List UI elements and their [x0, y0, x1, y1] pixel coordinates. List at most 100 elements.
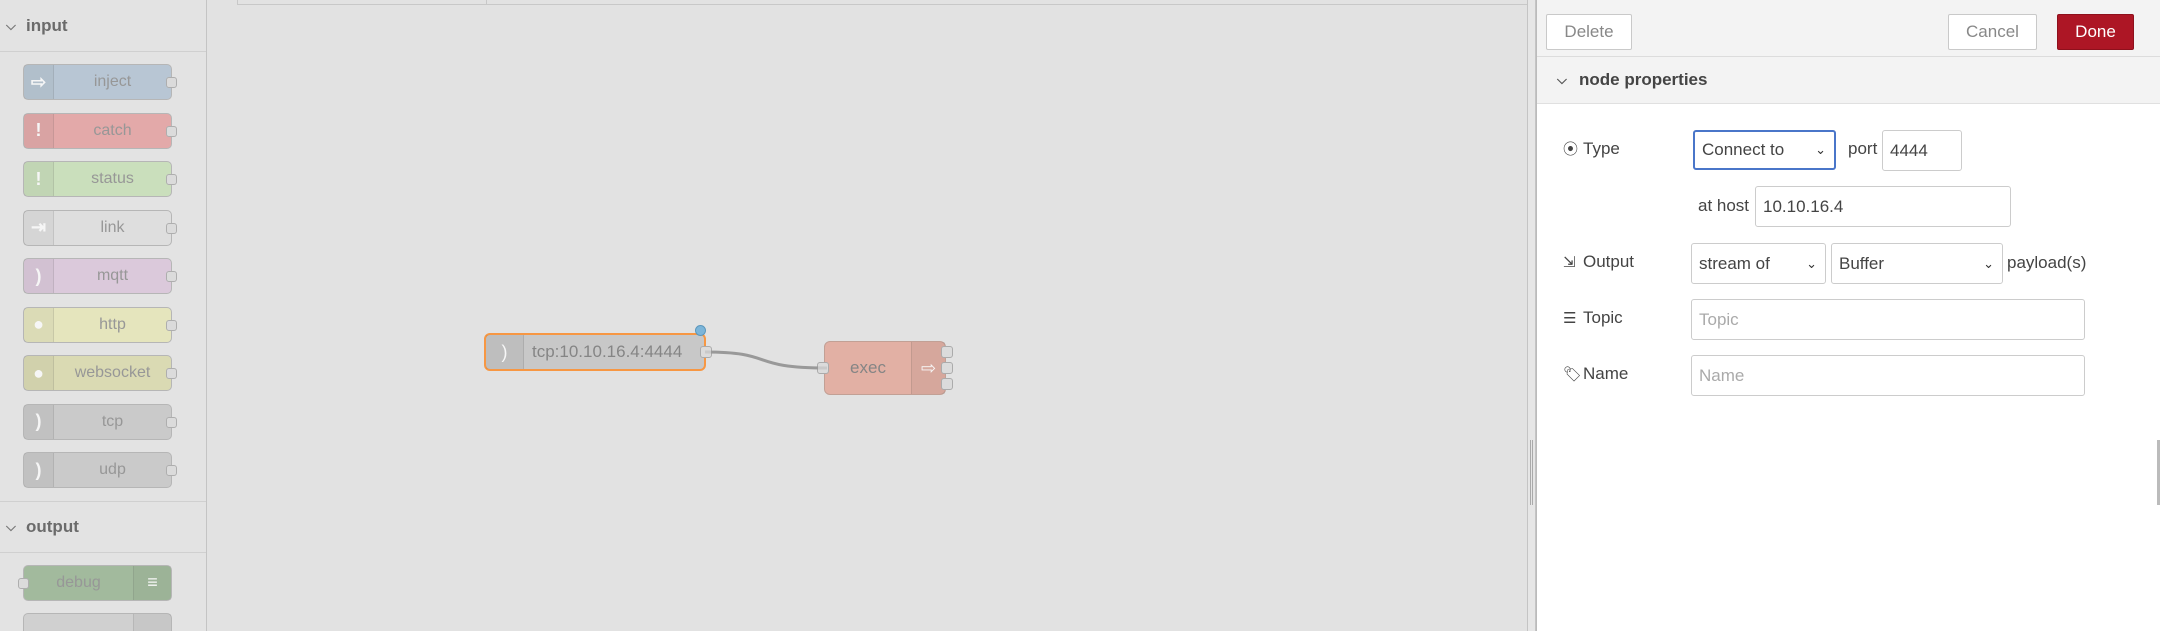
- node-properties-header[interactable]: ⌵ node properties: [1537, 57, 2160, 104]
- palette-node-mqtt[interactable]: ) mqtt: [23, 258, 177, 294]
- flow-workspace[interactable]: ) tcp:10.10.16.4:4444 exec ⇨: [207, 0, 1527, 631]
- wifi-icon: ): [486, 335, 524, 369]
- palette-category-output: debug ≡: [0, 553, 206, 631]
- type-label: Type: [1583, 138, 1620, 158]
- input-port: [18, 577, 29, 589]
- output-port: [166, 465, 177, 476]
- type-row: ⦿ Type: [1563, 138, 1620, 159]
- section-title: node properties: [1579, 70, 1708, 89]
- sidebar-splitter[interactable]: [1527, 0, 1536, 631]
- flow-wire[interactable]: [704, 350, 828, 370]
- palette-node-label: inject: [93, 73, 132, 90]
- globe-icon: ●: [24, 307, 54, 342]
- tasks-icon: ☰: [1563, 310, 1577, 327]
- link-in-icon: ⇥: [24, 210, 54, 245]
- palette-node-websocket[interactable]: ● websocket: [23, 355, 177, 391]
- dot-circle-icon: ⦿: [1563, 141, 1579, 158]
- palette-node-tcp[interactable]: ) tcp: [23, 403, 177, 440]
- output-port-2[interactable]: [941, 362, 953, 374]
- splitter-grip-icon[interactable]: [1530, 440, 1533, 505]
- edit-tray: Delete Cancel Done ⌵ node properties ⦿ T…: [1536, 0, 2160, 631]
- host-label: at host: [1698, 196, 1750, 215]
- globe-icon: ●: [24, 356, 54, 390]
- output-label: Output: [1583, 252, 1635, 271]
- output-port: [166, 174, 177, 185]
- chevron-down-icon: ⌵: [1557, 72, 1567, 87]
- output-suffix-label: payload(s): [2007, 253, 2087, 272]
- output-port: [166, 368, 177, 379]
- palette-node-catch[interactable]: ! catch: [23, 112, 177, 149]
- output-mode-select[interactable]: stream of ⌄: [1691, 243, 1826, 284]
- palette-node-label: link: [100, 218, 125, 236]
- palette-node-debug[interactable]: debug ≡: [18, 564, 172, 601]
- chevron-down-icon: ⌄: [1806, 255, 1817, 271]
- output-port: [166, 319, 177, 331]
- palette-node-label: udp: [99, 461, 126, 478]
- tag-icon: 🏷: [1563, 366, 1583, 383]
- topic-input[interactable]: Topic: [1691, 299, 2085, 340]
- done-button[interactable]: Done: [2057, 14, 2134, 50]
- palette-node-label: websocket: [74, 364, 151, 381]
- palette-node-inject[interactable]: ⇨ inject: [23, 64, 177, 100]
- name-input[interactable]: Name: [1691, 355, 2085, 396]
- output-port: [166, 271, 177, 282]
- palette-category-input: ⇨ inject ! catch ! status ⇥ link ) mqtt …: [0, 52, 206, 488]
- host-input[interactable]: 10.10.16.4: [1755, 186, 2011, 227]
- wifi-icon: ): [24, 453, 54, 487]
- tray-toolbar: Delete Cancel Done: [1537, 0, 2160, 57]
- wire-layer: [704, 350, 828, 370]
- palette-category-label: output: [26, 516, 79, 536]
- output-port-3[interactable]: [941, 378, 953, 390]
- node-icon: [133, 614, 171, 631]
- port-input[interactable]: 4444: [1882, 130, 1962, 171]
- flow-node-label: tcp:10.10.16.4:4444: [532, 342, 683, 361]
- port-label: port: [1848, 139, 1878, 158]
- output-format-select[interactable]: Buffer ⌄: [1831, 243, 2003, 284]
- chevron-down-icon: ⌄: [1815, 142, 1826, 157]
- output-row: ⇲ Output: [1563, 252, 1634, 272]
- list-icon: ≡: [133, 565, 171, 600]
- sign-out-icon: ⇲: [1563, 254, 1576, 271]
- palette-node-status[interactable]: ! status: [23, 161, 177, 197]
- flow-node-tcp-in[interactable]: ) tcp:10.10.16.4:4444: [484, 325, 712, 371]
- wifi-icon: ): [24, 259, 54, 293]
- palette-category-output-header[interactable]: ⌵ output: [0, 500, 206, 553]
- palette-category-input-header[interactable]: ⌵ input: [0, 0, 206, 52]
- palette-node-udp[interactable]: ) udp: [23, 452, 177, 488]
- output-port-1[interactable]: [941, 346, 953, 358]
- output-port: [166, 416, 177, 428]
- exec-arrow-icon: ⇨: [911, 342, 945, 394]
- cancel-button[interactable]: Cancel: [1948, 14, 2037, 50]
- palette-node-link[interactable]: ⇥ link: [23, 209, 177, 246]
- name-row: 🏷 Name: [1563, 364, 1628, 384]
- palette-node-label: debug: [56, 573, 101, 591]
- palette-node-label: mqtt: [96, 267, 129, 284]
- chevron-down-icon: ⌵: [6, 17, 16, 33]
- output-mode-value: stream of: [1699, 253, 1770, 273]
- output-port: [166, 77, 177, 88]
- topic-label: Topic: [1583, 308, 1623, 327]
- flow-node-label: exec: [850, 358, 886, 377]
- output-port: [166, 222, 177, 234]
- input-port[interactable]: [817, 362, 829, 374]
- palette-node-label: catch: [93, 121, 132, 139]
- type-select[interactable]: Connect to ⌄: [1693, 130, 1836, 170]
- wifi-icon: ): [24, 404, 54, 439]
- output-port[interactable]: [700, 346, 712, 358]
- node-palette: ⌵ input ⇨ inject ! catch ! status ⇥ link…: [0, 0, 207, 631]
- palette-node-label: http: [99, 315, 126, 333]
- topic-row: ☰ Topic: [1563, 308, 1623, 328]
- arrow-right-icon: ⇨: [24, 65, 54, 99]
- exclamation-icon: !: [24, 162, 54, 196]
- name-label: Name: [1583, 364, 1629, 383]
- palette-node-partial[interactable]: [23, 613, 172, 631]
- palette-node-http[interactable]: ● http: [23, 306, 177, 343]
- palette-node-label: status: [91, 170, 134, 187]
- output-port: [166, 125, 177, 137]
- palette-node-label: tcp: [101, 412, 124, 430]
- chevron-down-icon: ⌵: [6, 518, 16, 534]
- delete-button[interactable]: Delete: [1546, 14, 1632, 50]
- palette-category-label: input: [26, 15, 68, 35]
- chevron-down-icon: ⌄: [1983, 255, 1994, 271]
- flow-node-exec[interactable]: exec ⇨: [817, 341, 953, 395]
